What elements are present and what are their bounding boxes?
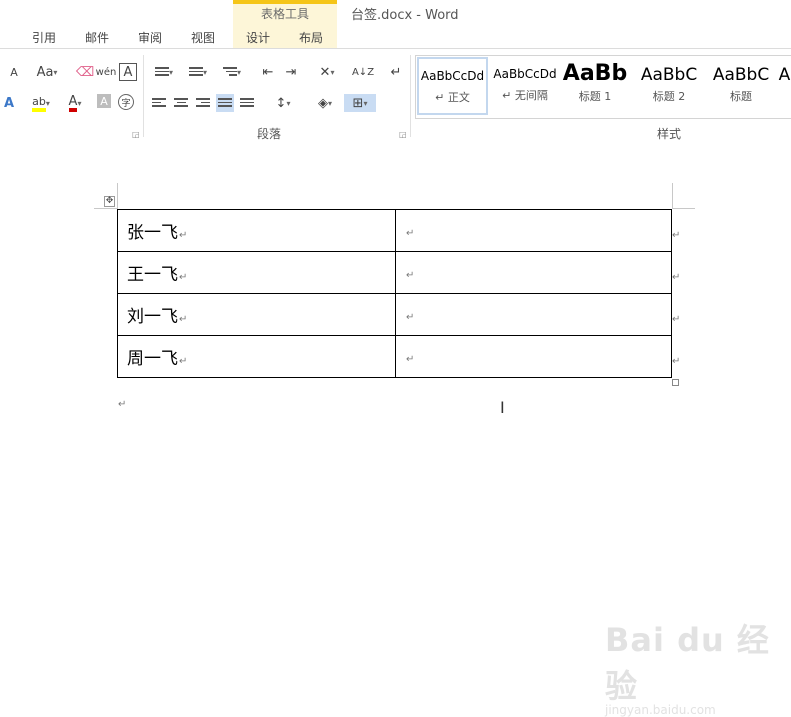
multilevel-list-button[interactable]: ▾: [218, 63, 246, 81]
chinese-layout-button[interactable]: ✕ ▾: [313, 63, 341, 81]
table-row: 王一飞↵ ↵: [117, 251, 672, 294]
numbering-button[interactable]: ▾: [184, 63, 212, 81]
table-cell[interactable]: 王一飞↵: [117, 251, 396, 294]
table-cell[interactable]: ↵: [395, 209, 672, 252]
watermark-logo: Bai du 经验 jingyan.baidu.com: [605, 615, 791, 717]
paragraph-mark: ↵: [118, 399, 127, 410]
tab-mailings[interactable]: 邮件: [85, 29, 109, 46]
font-dialog-launcher[interactable]: ◲: [132, 130, 140, 139]
style-no-spacing[interactable]: AaBbCcDd ↵ 无间隔: [490, 57, 560, 115]
text-effects-button[interactable]: A: [0, 94, 18, 112]
bullets-button[interactable]: ▾: [150, 63, 178, 81]
row-end-mark: ↵: [672, 272, 681, 283]
group-separator: [410, 55, 411, 137]
table-cell[interactable]: ↵: [395, 335, 672, 378]
table-move-icon[interactable]: ✥: [104, 196, 115, 207]
watermark-url: jingyan.baidu.com: [605, 703, 716, 717]
tab-review[interactable]: 审阅: [138, 29, 162, 46]
clear-format-icon[interactable]: ⌫: [76, 63, 94, 81]
phonetic-guide-button[interactable]: wén: [96, 63, 117, 81]
line-spacing-button[interactable]: ↕ ▾: [269, 94, 297, 112]
table-cell[interactable]: 张一飞↵: [117, 209, 396, 252]
watermark-brand: Bai du 经验: [605, 621, 770, 705]
crop-mark: [94, 208, 117, 209]
paragraph-group-label: 段落: [257, 127, 282, 141]
character-shading-button[interactable]: A: [97, 94, 111, 108]
align-right-button[interactable]: [194, 94, 212, 112]
style-title[interactable]: AaBbC 标题: [706, 57, 776, 115]
shrink-font-button[interactable]: A: [5, 63, 23, 81]
decrease-indent-button[interactable]: ⇤: [259, 63, 277, 81]
align-center-button[interactable]: [172, 94, 190, 112]
enclose-characters-button[interactable]: 字: [118, 94, 134, 110]
context-group-label: 表格工具: [260, 7, 309, 21]
crop-mark: [672, 183, 673, 209]
style-heading-2[interactable]: AaBbC 标题 2: [634, 57, 704, 115]
borders-button[interactable]: ⊞ ▾: [344, 94, 376, 112]
name-table[interactable]: 张一飞↵ ↵ 王一飞↵ ↵ 刘一飞↵ ↵ 周一飞↵ ↵: [117, 209, 672, 378]
align-left-button[interactable]: [150, 94, 168, 112]
text-cursor-icon: I: [500, 398, 505, 417]
table-row: 张一飞↵ ↵: [117, 209, 672, 252]
table-cell[interactable]: 周一飞↵: [117, 335, 396, 378]
group-separator: [143, 55, 144, 137]
tab-table-layout[interactable]: 布局: [299, 29, 323, 46]
table-cell[interactable]: ↵: [395, 293, 672, 336]
styles-group-label: 样式: [657, 127, 682, 141]
table-tools-accent: [233, 0, 337, 4]
window-title: 台签.docx - Word: [351, 8, 459, 23]
table-cell[interactable]: 刘一飞↵: [117, 293, 396, 336]
highlight-button[interactable]: ab ▾: [28, 94, 54, 112]
table-row: 周一飞↵ ↵: [117, 335, 672, 378]
font-color-button[interactable]: A ▾: [62, 94, 88, 112]
character-border-button[interactable]: A: [119, 63, 137, 81]
tab-references[interactable]: 引用: [32, 29, 56, 46]
row-end-mark: ↵: [672, 314, 681, 325]
style-heading-1[interactable]: AaBb 标题 1: [562, 57, 628, 115]
crop-mark: [672, 208, 695, 209]
crop-mark: [117, 183, 118, 209]
distributed-button[interactable]: [238, 94, 256, 112]
shading-button[interactable]: ◈ ▾: [311, 94, 339, 112]
tab-table-design[interactable]: 设计: [246, 29, 270, 46]
style-normal[interactable]: AaBbCcDd ↵ 正文: [417, 57, 488, 115]
increase-indent-button[interactable]: ⇥: [282, 63, 300, 81]
show-hide-marks-button[interactable]: ↵: [387, 63, 405, 81]
table-resize-handle[interactable]: [672, 379, 679, 386]
row-end-mark: ↵: [672, 356, 681, 367]
paragraph-dialog-launcher[interactable]: ◲: [399, 130, 407, 139]
justify-button[interactable]: [216, 94, 234, 112]
table-row: 刘一飞↵ ↵: [117, 293, 672, 336]
row-end-mark: ↵: [672, 230, 681, 241]
table-cell[interactable]: ↵: [395, 251, 672, 294]
change-case-button[interactable]: Aa ▾: [33, 63, 61, 81]
style-next[interactable]: A: [778, 57, 791, 115]
sort-button[interactable]: A↓Z: [352, 63, 374, 81]
tab-view[interactable]: 视图: [191, 29, 215, 46]
